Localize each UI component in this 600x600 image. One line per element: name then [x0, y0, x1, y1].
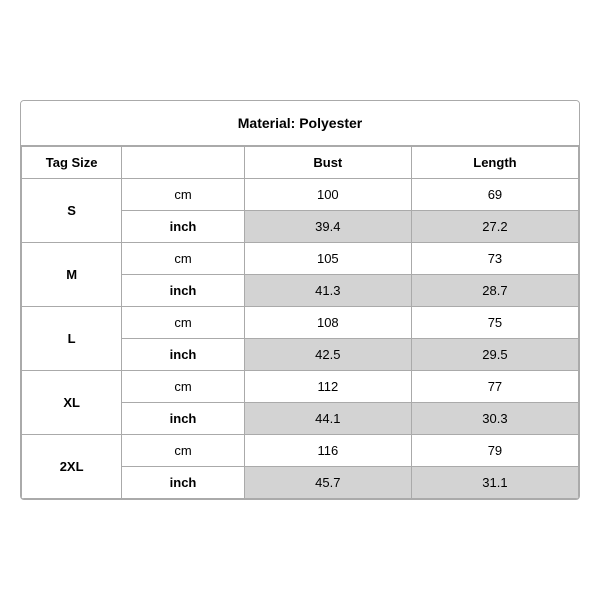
bust-cm: 108: [244, 307, 411, 339]
bust-inch: 45.7: [244, 467, 411, 499]
unit-label-cm: cm: [122, 243, 245, 275]
length-inch: 31.1: [411, 467, 578, 499]
size-tag: M: [22, 243, 122, 307]
chart-title: Material: Polyester: [21, 101, 579, 146]
size-tag: XL: [22, 371, 122, 435]
length-cm: 79: [411, 435, 578, 467]
bust-inch: 41.3: [244, 275, 411, 307]
bust-cm: 116: [244, 435, 411, 467]
unit-label-inch: inch: [122, 275, 245, 307]
length-cm: 69: [411, 179, 578, 211]
length-cm: 73: [411, 243, 578, 275]
length-inch: 28.7: [411, 275, 578, 307]
table-header-row: Tag Size Bust Length: [22, 147, 579, 179]
table-row: Lcm10875: [22, 307, 579, 339]
size-tag: S: [22, 179, 122, 243]
unit-label-inch: inch: [122, 467, 245, 499]
size-table: Tag Size Bust Length Scm10069inch39.427.…: [21, 146, 579, 499]
unit-label-inch: inch: [122, 339, 245, 371]
length-cm: 77: [411, 371, 578, 403]
table-row: Scm10069: [22, 179, 579, 211]
bust-cm: 105: [244, 243, 411, 275]
bust-cm: 100: [244, 179, 411, 211]
bust-inch: 39.4: [244, 211, 411, 243]
size-chart-container: Material: Polyester Tag Size Bust Length…: [20, 100, 580, 500]
header-unit: [122, 147, 245, 179]
size-tag: L: [22, 307, 122, 371]
length-cm: 75: [411, 307, 578, 339]
unit-label-cm: cm: [122, 435, 245, 467]
unit-label-cm: cm: [122, 371, 245, 403]
length-inch: 29.5: [411, 339, 578, 371]
table-row: 2XLcm11679: [22, 435, 579, 467]
header-tag-size: Tag Size: [22, 147, 122, 179]
bust-cm: 112: [244, 371, 411, 403]
header-length: Length: [411, 147, 578, 179]
unit-label-inch: inch: [122, 211, 245, 243]
table-row: Mcm10573: [22, 243, 579, 275]
unit-label-inch: inch: [122, 403, 245, 435]
table-row: XLcm11277: [22, 371, 579, 403]
length-inch: 27.2: [411, 211, 578, 243]
unit-label-cm: cm: [122, 179, 245, 211]
length-inch: 30.3: [411, 403, 578, 435]
bust-inch: 44.1: [244, 403, 411, 435]
unit-label-cm: cm: [122, 307, 245, 339]
size-tag: 2XL: [22, 435, 122, 499]
header-bust: Bust: [244, 147, 411, 179]
bust-inch: 42.5: [244, 339, 411, 371]
